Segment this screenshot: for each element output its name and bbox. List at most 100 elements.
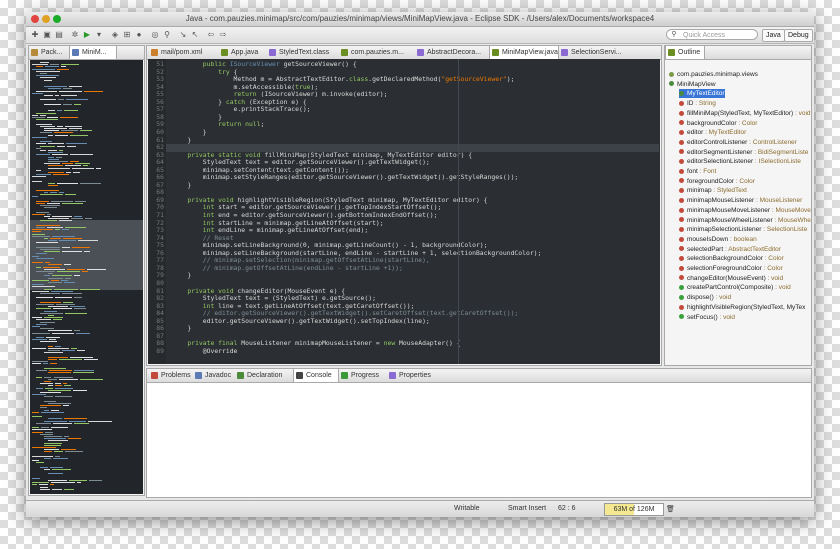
outline-item-type: : MouseMove: [770, 206, 811, 214]
minimap-code-line: [50, 466, 63, 468]
minimap-code-line: [51, 279, 60, 281]
outline-item[interactable]: MyTextEditor: [679, 89, 725, 99]
minimap-code-line: [57, 99, 65, 101]
search-icon[interactable]: ⚲: [162, 30, 172, 40]
minimap-code-line: [64, 451, 83, 453]
outline-item[interactable]: minimapMouseMoveListener : MouseMove: [679, 206, 811, 215]
garbage-collect-icon[interactable]: 🗑: [666, 505, 675, 513]
new-package-icon[interactable]: ⊞: [122, 30, 132, 40]
outline-item[interactable]: com.pauzies.minimap.views: [669, 70, 758, 79]
minimap-code-line: [66, 99, 89, 101]
outline-item[interactable]: minimapSelectionListener : SelectionList…: [679, 225, 807, 234]
new-java-project-icon[interactable]: ◈: [110, 30, 120, 40]
editor-tab[interactable]: mail/pom.xml: [149, 46, 219, 59]
code-token: ;: [260, 120, 265, 129]
bottom-tab[interactable]: Properties: [387, 369, 439, 382]
minimap-code-line: [62, 405, 70, 407]
annotation-prev-icon[interactable]: ↖: [190, 30, 200, 40]
run-icon[interactable]: ▶: [82, 30, 92, 40]
open-type-icon[interactable]: ◎: [150, 30, 160, 40]
editor-tab[interactable]: App.java: [219, 46, 267, 59]
outline-item[interactable]: editor : MyTextEditor: [679, 128, 746, 137]
minimap-code-line: [55, 387, 73, 389]
outline-item-label: selectionForegroundColor: [687, 265, 762, 272]
minimap-code-line: [44, 191, 49, 193]
outline-item[interactable]: editorControlListener : ControlListener: [679, 138, 797, 147]
minimap-code-line: [58, 150, 64, 151]
editor-tab[interactable]: MiniMapView.java: [489, 46, 559, 59]
outline-item[interactable]: fillMiniMap(StyledText, MyTextEditor) : …: [679, 109, 811, 118]
outline-item[interactable]: selectionBackgroundColor : Color: [679, 254, 784, 263]
minimap-code-line: [40, 341, 57, 343]
tab-outline[interactable]: Outline: [665, 46, 705, 59]
minimap-canvas[interactable]: [30, 60, 143, 494]
outline-item[interactable]: backgroundColor : Color: [679, 119, 757, 128]
minimap-code-line: [49, 370, 72, 371]
minimap-code-line: [32, 326, 41, 327]
bottom-tab[interactable]: Progress: [339, 369, 387, 382]
minimap-code-line: [32, 363, 41, 365]
outline-item[interactable]: minimap : StyledText: [679, 186, 747, 195]
outline-item[interactable]: font : Font: [679, 167, 716, 176]
outline-item[interactable]: mouseIsDown : boolean: [679, 235, 757, 244]
print-icon[interactable]: ▤: [54, 30, 64, 40]
minimap-code-line: [32, 136, 47, 138]
outline-item-label: createPartControl(Composite): [687, 284, 774, 292]
editor-tab[interactable]: AbstractDecora...: [415, 46, 489, 59]
outline-item-type: : StyledText: [711, 187, 747, 195]
outline-item[interactable]: highlightVisibleRegion(StyledText, MyTex: [679, 303, 805, 312]
external-tools-icon[interactable]: ▾: [94, 30, 104, 40]
code-editor[interactable]: 51 52 53 54 55 56 57 58 59 60 61 62 63 64 65 66 67 68 69 70…: [148, 59, 660, 364]
annotation-next-icon[interactable]: ↘: [178, 30, 188, 40]
tab-package-explorer[interactable]: Pack...: [29, 46, 69, 59]
minimap-code-line: [40, 145, 56, 147]
outline-item[interactable]: selectedPart : AbstractTextEditor: [679, 245, 781, 254]
outline-item[interactable]: MiniMapView: [669, 80, 716, 89]
outline-item[interactable]: setFocus() : void: [679, 313, 735, 322]
heap-status[interactable]: 63M of 126M: [604, 503, 664, 516]
outline-item[interactable]: selectionForegroundColor : Color: [679, 264, 783, 273]
outline-item-type: : void: [765, 274, 784, 282]
code-token: );: [506, 75, 515, 84]
outline-item[interactable]: changeEditor(MouseEvent) : void: [679, 274, 783, 283]
bottom-tab[interactable]: Javadoc: [193, 369, 235, 382]
perspective-debug-button[interactable]: Debug: [784, 29, 813, 42]
editor-tab[interactable]: com.pauzies.m...: [339, 46, 415, 59]
perspective-java-button[interactable]: Java: [762, 29, 785, 42]
minimap-code-line: [36, 211, 49, 213]
minimap-code-line: [64, 385, 71, 387]
outline-item[interactable]: editorSegmentListener : BidiSegmentListe: [679, 148, 808, 157]
minimap-code-line: [59, 90, 82, 92]
outline-item[interactable]: ID : String: [679, 99, 716, 108]
outline-item[interactable]: minimapMouseWheelListener : MouseWhe: [679, 216, 811, 225]
minimap-code-line: [43, 317, 63, 319]
outline-item[interactable]: dispose() : void: [679, 293, 731, 302]
minimap-code-line: [64, 125, 83, 127]
new-icon[interactable]: ✚: [30, 30, 40, 40]
editor-tab[interactable]: StyledText.class: [267, 46, 339, 59]
tab-minimap-view[interactable]: MiniM...: [69, 46, 117, 59]
minimap-code-line: [47, 202, 60, 204]
forward-icon[interactable]: ⇨: [218, 30, 228, 40]
minimap-code-line: [51, 154, 69, 156]
debug-icon[interactable]: ✲: [70, 30, 80, 40]
minimap-code-line: [48, 240, 57, 242]
minimap-code-line: [44, 367, 66, 369]
bottom-tab[interactable]: Console: [293, 369, 339, 382]
outline-item[interactable]: editorSelectionListener : ISelectionList…: [679, 157, 801, 166]
bottom-tab[interactable]: Problems: [149, 369, 193, 382]
minimap-code-line: [32, 394, 47, 396]
outline-item[interactable]: createPartControl(Composite) : void: [679, 283, 791, 292]
back-icon[interactable]: ⇦: [206, 30, 216, 40]
outline-item[interactable]: foregroundColor : Color: [679, 177, 755, 186]
quick-access-input[interactable]: Quick Access: [666, 29, 758, 40]
editor-tab[interactable]: SelectionServi...: [559, 46, 639, 59]
code-line: minimap.setStyleRanges(editor.getSourceV…: [172, 173, 519, 182]
outline-item[interactable]: minimapMouseListener : MouseListener: [679, 196, 802, 205]
bottom-tab[interactable]: Declaration: [235, 369, 293, 382]
outline-item-label: changeEditor(MouseEvent): [687, 274, 766, 282]
minimap-code-line: [32, 447, 56, 448]
new-class-icon[interactable]: ●: [134, 30, 144, 40]
save-icon[interactable]: ▣: [42, 30, 52, 40]
minimap-code-line: [36, 143, 47, 145]
